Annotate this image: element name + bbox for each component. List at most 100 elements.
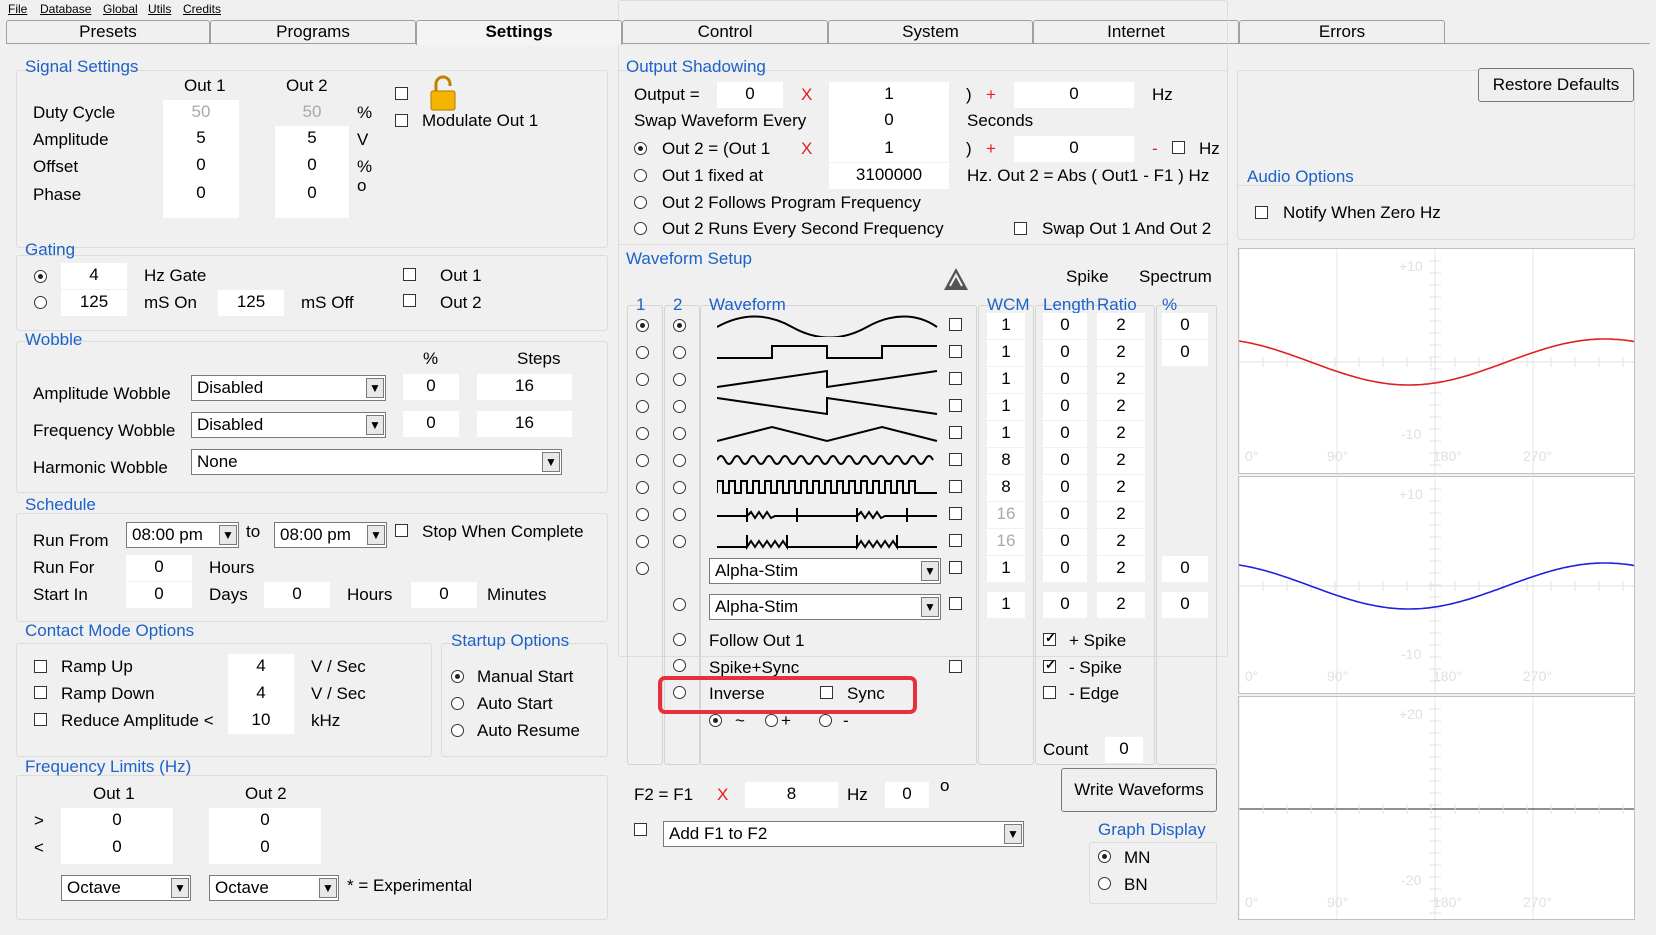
start-in-minutes-input[interactable]: 0 (411, 582, 477, 608)
tab-errors[interactable]: Errors (1239, 20, 1445, 43)
out1-waveform-radio[interactable] (636, 454, 649, 467)
restore-defaults-button[interactable]: Restore Defaults (1478, 68, 1634, 102)
wcm-input[interactable]: 8 (987, 448, 1025, 474)
frequency-wobble-steps[interactable]: 16 (477, 411, 572, 437)
amplitude-wobble-steps[interactable]: 16 (477, 374, 572, 400)
tab-programs[interactable]: Programs (210, 20, 416, 43)
lock-checkbox[interactable] (395, 87, 408, 100)
spike-length-input[interactable]: 0 (1043, 367, 1087, 393)
amplitude-out2[interactable]: 5 (275, 126, 349, 152)
out2-waveform-radio[interactable] (673, 508, 686, 521)
out2-waveform-radio[interactable] (673, 535, 686, 548)
spike-length-input[interactable]: 0 (1043, 313, 1087, 339)
offset-out1[interactable]: 0 (163, 153, 239, 179)
ramp-up-input[interactable]: 4 (228, 654, 294, 680)
f2-multiplier-input[interactable]: 8 (745, 782, 838, 808)
waveform-spike-checkbox[interactable] (949, 507, 962, 520)
inverse-radio[interactable] (673, 686, 686, 699)
offset-out2[interactable]: 0 (275, 153, 349, 179)
freq-lt-out1-input[interactable]: 0 (61, 835, 173, 861)
waveform-spike-checkbox[interactable] (949, 453, 962, 466)
manual-start-radio[interactable] (451, 670, 464, 683)
gating-out1-checkbox[interactable] (403, 268, 416, 281)
spike-sync-radio[interactable] (673, 659, 686, 672)
gating-hz-radio[interactable] (34, 270, 47, 283)
wcm-input[interactable]: 16 (987, 529, 1025, 555)
freq-gt-out2-input[interactable]: 0 (209, 808, 321, 834)
out1-waveform-radio[interactable] (636, 481, 649, 494)
gating-ms-off-input[interactable]: 125 (218, 290, 284, 316)
waveform-spike-checkbox[interactable] (949, 372, 962, 385)
spectrum-input[interactable]: 0 (1162, 592, 1208, 618)
spike-length-input[interactable]: 0 (1043, 556, 1087, 582)
out2-waveform-radio[interactable] (673, 400, 686, 413)
waveform-spike-checkbox[interactable] (949, 561, 962, 574)
spike-ratio-input[interactable]: 2 (1097, 502, 1145, 528)
spike-length-input[interactable]: 0 (1043, 529, 1087, 555)
tab-presets[interactable]: Presets (6, 20, 210, 43)
alpha-stim-select-2[interactable]: Alpha-Stim ▼ (709, 594, 941, 620)
count-input[interactable]: 0 (1105, 737, 1143, 763)
out2-waveform-radio[interactable] (673, 427, 686, 440)
out2-waveform-radio[interactable] (673, 598, 686, 611)
gating-hz-input[interactable]: 4 (61, 263, 127, 289)
spike-length-input[interactable]: 0 (1043, 502, 1087, 528)
run-for-input[interactable]: 0 (126, 555, 192, 581)
out1-waveform-radio[interactable] (636, 535, 649, 548)
add-f1-checkbox[interactable] (634, 823, 647, 836)
mode-plus-radio[interactable] (765, 714, 778, 727)
out1-waveform-radio[interactable] (636, 373, 649, 386)
out1-waveform-radio[interactable] (636, 508, 649, 521)
spike-sync-checkbox[interactable] (949, 660, 962, 673)
wcm-input[interactable]: 1 (987, 340, 1025, 366)
spike-length-input[interactable]: 0 (1043, 340, 1087, 366)
alpha-stim-select-1[interactable]: Alpha-Stim ▼ (709, 558, 941, 584)
waveform-spike-checkbox[interactable] (949, 480, 962, 493)
harmonic-wobble-select[interactable]: None ▼ (191, 449, 562, 475)
menu-global[interactable]: Global (103, 2, 138, 16)
modulate-out1-checkbox[interactable] (395, 114, 408, 127)
waveform-spike-checkbox[interactable] (949, 534, 962, 547)
gating-out2-checkbox[interactable] (403, 294, 416, 307)
sync-checkbox[interactable] (820, 686, 833, 699)
waveform-spike-checkbox[interactable] (949, 597, 962, 610)
reduce-amplitude-input[interactable]: 10 (228, 708, 294, 734)
spike-ratio-input[interactable]: 2 (1097, 340, 1145, 366)
graph-bn-radio[interactable] (1098, 877, 1111, 890)
graph-mn-radio[interactable] (1098, 850, 1111, 863)
out1-waveform-radio[interactable] (636, 319, 649, 332)
notify-zero-hz-checkbox[interactable] (1255, 206, 1268, 219)
wcm-input[interactable]: 16 (987, 502, 1025, 528)
menu-utils[interactable]: Utils (148, 2, 171, 16)
wcm-input[interactable]: 1 (987, 367, 1025, 393)
out2-waveform-radio[interactable] (673, 454, 686, 467)
mode-tilde-radio[interactable] (709, 714, 722, 727)
out2-waveform-radio[interactable] (673, 481, 686, 494)
spike-length-input[interactable]: 0 (1043, 448, 1087, 474)
amplitude-wobble-pct[interactable]: 0 (403, 374, 459, 400)
recycle-icon[interactable] (940, 264, 972, 299)
spike-ratio-input[interactable]: 2 (1097, 556, 1145, 582)
waveform-spike-checkbox[interactable] (949, 399, 962, 412)
spike-ratio-input[interactable]: 2 (1097, 367, 1145, 393)
wcm-input[interactable]: 1 (987, 313, 1025, 339)
phase-out1[interactable]: 0 (163, 181, 239, 207)
auto-start-radio[interactable] (451, 697, 464, 710)
spike-length-input[interactable]: 0 (1043, 475, 1087, 501)
add-f1-to-f2-select[interactable]: Add F1 to F2 ▼ (663, 821, 1024, 847)
amplitude-wobble-select[interactable]: Disabled ▼ (191, 375, 386, 401)
spike-length-input[interactable]: 0 (1043, 421, 1087, 447)
plus-spike-checkbox[interactable] (1043, 630, 1056, 646)
wcm-input[interactable]: 1 (987, 421, 1025, 447)
follow-out1-radio[interactable] (673, 633, 686, 646)
phase-out2[interactable]: 0 (275, 181, 349, 207)
menu-database[interactable]: Database (40, 2, 91, 16)
out2-waveform-radio[interactable] (673, 346, 686, 359)
run-from-select[interactable]: 08:00 pm ▼ (126, 522, 239, 548)
mode-minus-radio[interactable] (819, 714, 832, 727)
out1-waveform-radio[interactable] (636, 400, 649, 413)
waveform-spike-checkbox[interactable] (949, 426, 962, 439)
start-in-days-input[interactable]: 0 (126, 582, 192, 608)
wcm-input[interactable]: 8 (987, 475, 1025, 501)
spike-ratio-input[interactable]: 2 (1097, 592, 1145, 618)
